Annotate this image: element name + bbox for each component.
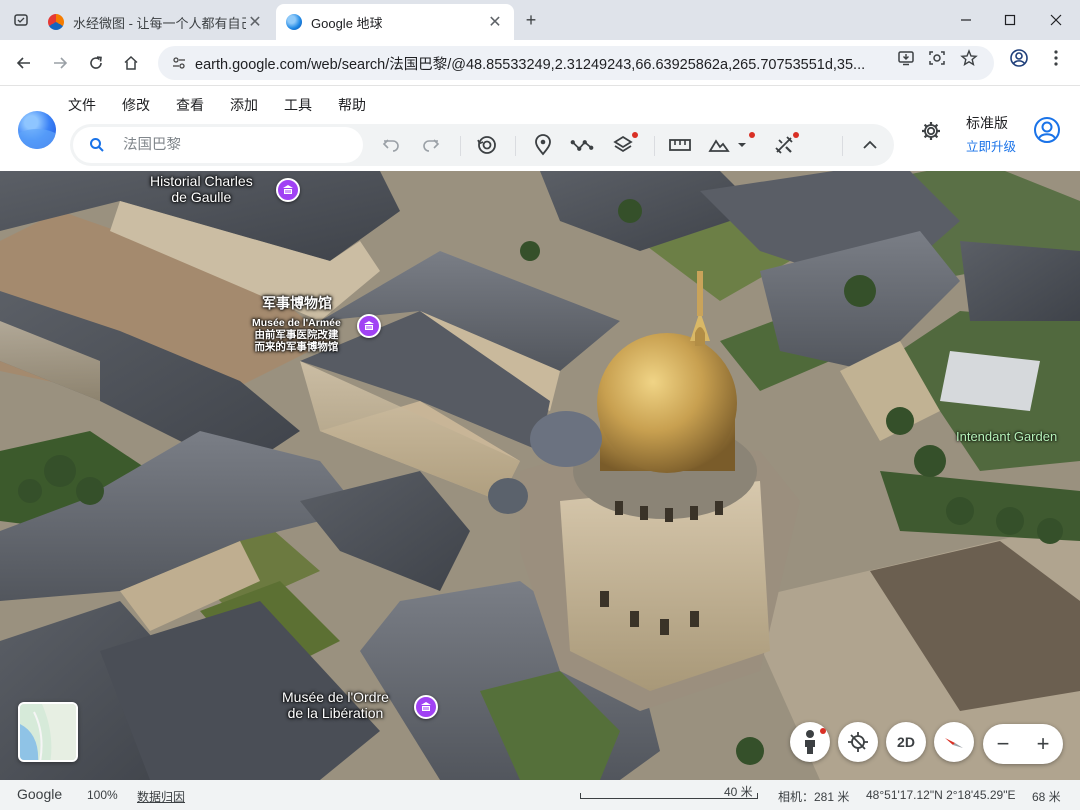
- path-icon[interactable]: [570, 133, 594, 157]
- status-bar: Google 100% 数据归因 40 米 相机：281 米 48°51'17.…: [0, 780, 1080, 810]
- map-3d-view[interactable]: Historial Charles de Gaulle 军事博物馆 Musée …: [0, 171, 1080, 780]
- history-icon[interactable]: [475, 133, 499, 157]
- tab-close-icon[interactable]: ✕: [246, 12, 264, 32]
- zoom-in-icon[interactable]: +: [1037, 731, 1050, 757]
- tab-close-icon[interactable]: ✕: [486, 12, 504, 32]
- search-input[interactable]: [123, 137, 343, 153]
- plan-status: 标准版 立即升级: [966, 113, 1016, 155]
- home-icon[interactable]: [118, 50, 144, 76]
- search-box[interactable]: [73, 127, 363, 163]
- reload-icon[interactable]: [83, 50, 109, 76]
- bookmark-star-icon[interactable]: [958, 47, 980, 69]
- notification-dot: [632, 132, 638, 138]
- compass-icon[interactable]: [934, 722, 974, 762]
- google-earth-icon: [286, 14, 302, 30]
- sjwt-icon: [48, 14, 64, 30]
- window-close-icon[interactable]: [1044, 8, 1068, 32]
- my-location-icon[interactable]: [838, 722, 878, 762]
- maximize-icon[interactable]: [998, 8, 1022, 32]
- site-info-icon[interactable]: [166, 55, 192, 71]
- google-earth-logo-icon[interactable]: [18, 111, 56, 149]
- menu-help[interactable]: 帮助: [338, 95, 366, 115]
- collapse-chevron-up-icon[interactable]: [858, 133, 882, 157]
- menu-add[interactable]: 添加: [230, 95, 258, 115]
- new-tab-icon[interactable]: +: [520, 9, 542, 31]
- terrain-icon[interactable]: [707, 133, 731, 157]
- notification-dot: [820, 728, 826, 734]
- toggle-2d-button[interactable]: 2D: [886, 722, 926, 762]
- chevron-down-icon[interactable]: [732, 133, 752, 157]
- notification-dot: [793, 132, 799, 138]
- museum-icon[interactable]: [414, 695, 438, 719]
- toolbar-divider: [460, 136, 461, 156]
- plan-name: 标准版: [966, 115, 1008, 131]
- more-menu-icon[interactable]: [1045, 47, 1067, 69]
- museum-icon[interactable]: [357, 314, 381, 338]
- poi-label-army-museum[interactable]: 军事博物馆: [262, 295, 332, 311]
- redo-icon[interactable]: [419, 133, 443, 157]
- zoom-controls: − +: [983, 724, 1063, 764]
- tools-icon[interactable]: [772, 133, 796, 157]
- poi-name: Historial Charles de Gaulle: [150, 173, 253, 206]
- poi-label-charles-de-gaulle[interactable]: Historial Charles de Gaulle: [150, 173, 253, 205]
- install-app-icon[interactable]: [895, 47, 917, 69]
- placemark-icon[interactable]: [531, 133, 555, 157]
- layers-icon[interactable]: [611, 133, 635, 157]
- tab-search-icon[interactable]: [10, 9, 32, 31]
- poi-label-intendant-garden[interactable]: Intendant Garden: [956, 429, 1057, 444]
- undo-icon[interactable]: [379, 133, 403, 157]
- browser-toolbar: earth.google.com/web/search/法国巴黎/@48.855…: [0, 40, 1080, 86]
- elevation-readout: 68 米: [1032, 790, 1061, 804]
- coordinates-readout: 48°51'17.12"N 2°18'45.29"E: [866, 788, 1016, 802]
- menu-bar: 文件 修改 查看 添加 工具 帮助: [68, 95, 392, 115]
- menu-file[interactable]: 文件: [68, 95, 96, 115]
- url-text[interactable]: earth.google.com/web/search/法国巴黎/@48.855…: [195, 53, 885, 74]
- aerial-imagery: [0, 171, 1080, 780]
- tab-title: Google 地球: [311, 15, 383, 31]
- google-wordmark: Google: [17, 786, 63, 802]
- poi-label-liberation[interactable]: Musée de l'Ordre de la Libération: [282, 689, 389, 721]
- toolbar-divider: [515, 136, 516, 156]
- lens-icon[interactable]: [926, 47, 948, 69]
- zoom-level: 100%: [87, 788, 118, 802]
- scale-label: 40 米: [724, 785, 753, 799]
- tab-google-earth[interactable]: Google 地球 ✕: [276, 4, 514, 40]
- zoom-out-icon[interactable]: −: [997, 731, 1010, 757]
- museum-icon[interactable]: [276, 178, 300, 202]
- settings-gear-icon[interactable]: [918, 118, 944, 144]
- toolbar-divider: [842, 136, 843, 156]
- menu-edit[interactable]: 修改: [122, 95, 150, 115]
- tab-shuijing[interactable]: 水经微图 - 让每一个人都有自己 ✕: [38, 4, 274, 40]
- toolbar-divider: [654, 136, 655, 156]
- minimize-icon[interactable]: [954, 8, 978, 32]
- address-bar[interactable]: earth.google.com/web/search/法国巴黎/@48.855…: [158, 46, 994, 80]
- menu-view[interactable]: 查看: [176, 95, 204, 115]
- earth-toolbar: [70, 124, 894, 166]
- data-attribution-link[interactable]: 数据归因: [137, 788, 185, 805]
- profile-icon[interactable]: [1008, 47, 1030, 69]
- menu-tools[interactable]: 工具: [284, 95, 312, 115]
- account-icon[interactable]: [1032, 115, 1062, 145]
- forward-icon[interactable]: [47, 50, 73, 76]
- browser-tab-strip: 水经微图 - 让每一个人都有自己 ✕ Google 地球 ✕ +: [0, 0, 1080, 40]
- overview-minimap[interactable]: [18, 702, 78, 762]
- poi-sublabel-army-museum: Musée de l'Armée 由前军事医院改建 而来的军事博物馆: [252, 317, 341, 354]
- upgrade-link[interactable]: 立即升级: [966, 136, 1016, 155]
- tab-title: 水经微图 - 让每一个人都有自己: [73, 15, 246, 31]
- search-icon: [89, 137, 109, 153]
- measure-icon[interactable]: [668, 133, 692, 157]
- camera-altitude: 相机：281 米: [778, 790, 850, 804]
- back-icon[interactable]: [11, 50, 37, 76]
